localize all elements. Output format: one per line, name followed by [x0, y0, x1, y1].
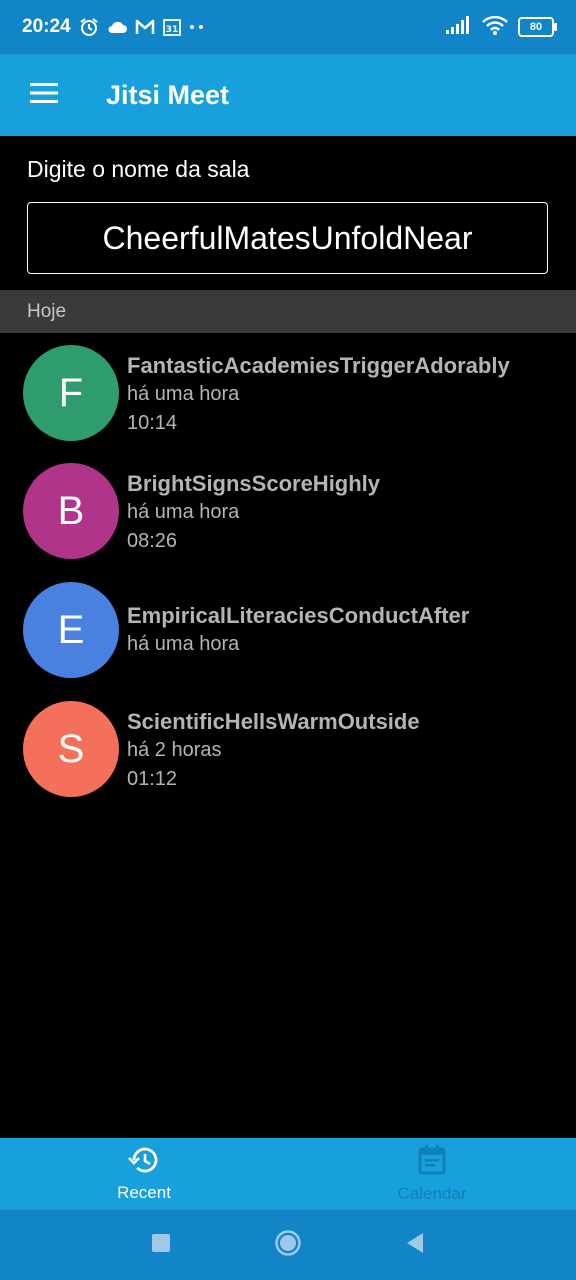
avatar: E	[23, 582, 119, 678]
recent-meetings-list: F FantasticAcademiesTriggerAdorably há u…	[0, 333, 576, 808]
menu-button[interactable]	[4, 54, 84, 136]
cloud-icon	[107, 20, 127, 34]
svg-text:31: 31	[165, 25, 178, 35]
avatar: F	[23, 345, 119, 441]
tab-label-recent: Recent	[117, 1182, 171, 1202]
alarm-icon	[79, 17, 99, 37]
wifi-icon	[482, 15, 508, 40]
battery-indicator: 80	[518, 17, 557, 37]
gmail-icon	[135, 19, 155, 35]
list-item[interactable]: F FantasticAcademiesTriggerAdorably há u…	[0, 333, 576, 451]
status-bar: 20:24 31 80	[0, 0, 576, 54]
tab-recent[interactable]: Recent	[0, 1138, 288, 1210]
room-name-input[interactable]	[27, 202, 548, 274]
system-nav-bar	[0, 1210, 576, 1280]
avatar: B	[23, 463, 119, 559]
calendar-31-icon: 31	[162, 18, 181, 36]
signal-icon	[446, 15, 472, 39]
recents-square-icon[interactable]	[151, 1233, 171, 1258]
meeting-title: FantasticAcademiesTriggerAdorably	[127, 353, 510, 378]
app-title: Jitsi Meet	[106, 79, 230, 110]
meeting-relative-time: há 2 horas	[127, 739, 222, 761]
history-icon	[128, 1146, 160, 1179]
list-item[interactable]: B BrightSignsScoreHighly há uma hora 08:…	[0, 451, 576, 570]
tab-calendar[interactable]: Calendar	[288, 1138, 576, 1210]
meeting-title: EmpiricalLiteraciesConductAfter	[127, 603, 470, 628]
app-bar: Jitsi Meet	[0, 54, 576, 136]
section-header-today: Hoje	[0, 290, 576, 333]
hamburger-icon	[30, 82, 58, 108]
meeting-relative-time: há uma hora	[127, 633, 240, 655]
room-name-label: Digite o nome da sala	[27, 156, 250, 182]
avatar: S	[23, 701, 119, 797]
meeting-time: 10:14	[127, 412, 178, 434]
meeting-relative-time: há uma hora	[127, 383, 240, 405]
status-time: 20:24	[22, 16, 71, 37]
meeting-time: 08:26	[127, 530, 178, 552]
tab-label-calendar: Calendar	[397, 1183, 467, 1203]
meeting-time: 01:12	[127, 768, 178, 790]
back-triangle-icon[interactable]	[405, 1232, 425, 1259]
bottom-tab-bar: Recent Calendar	[0, 1138, 576, 1210]
more-notifications-icon	[189, 24, 205, 30]
meeting-title: ScientificHellsWarmOutside	[127, 709, 420, 734]
calendar-icon	[418, 1144, 446, 1180]
meeting-title: BrightSignsScoreHighly	[127, 471, 381, 496]
list-item[interactable]: E EmpiricalLiteraciesConductAfter há uma…	[0, 570, 576, 689]
list-item[interactable]: S ScientificHellsWarmOutside há 2 horas …	[0, 689, 576, 808]
home-circle-icon[interactable]	[274, 1229, 302, 1262]
meeting-relative-time: há uma hora	[127, 501, 240, 523]
